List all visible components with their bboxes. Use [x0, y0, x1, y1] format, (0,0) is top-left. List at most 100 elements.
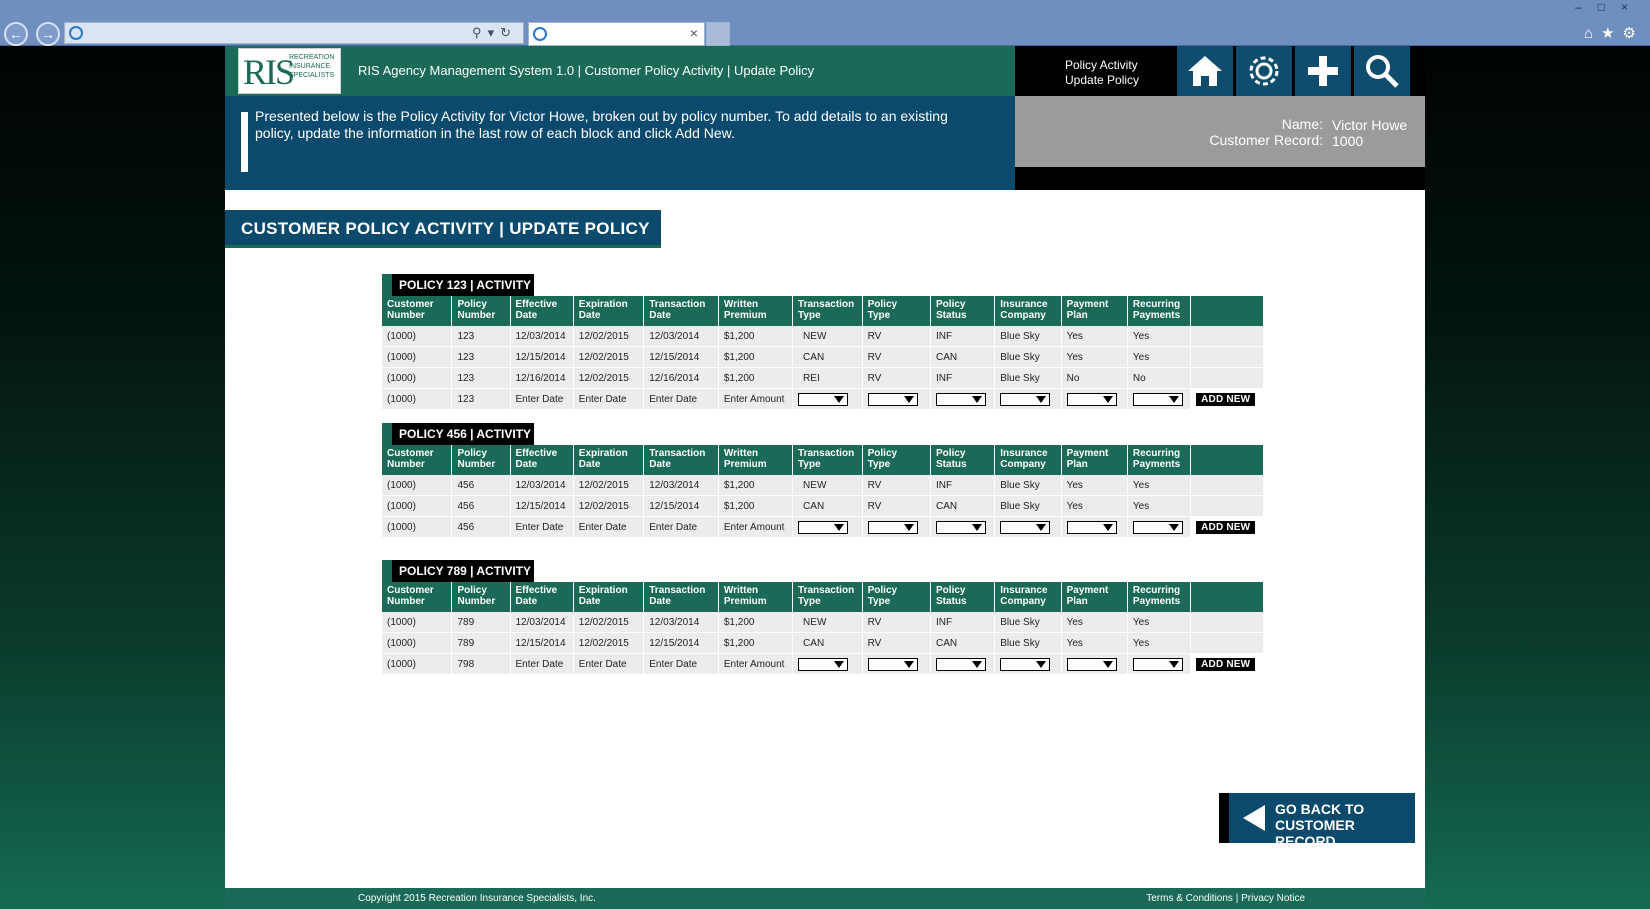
entry-input[interactable]: Enter Date — [573, 654, 645, 675]
terms-link[interactable]: Terms & Conditions — [1146, 893, 1233, 904]
recurring-payments-select[interactable] — [1132, 657, 1183, 671]
search-refresh-icon[interactable]: ⚲▾↻ — [472, 25, 517, 41]
policy-status-select[interactable] — [936, 520, 987, 534]
column-header-line1: Policy — [936, 448, 966, 459]
privacy-link[interactable]: Privacy Notice — [1241, 893, 1305, 904]
table-cell: 12/02/2015 — [573, 612, 645, 633]
table-cell: Blue Sky — [995, 612, 1062, 633]
new-tab-button[interactable] — [706, 22, 730, 46]
payment-plan-select[interactable] — [1066, 392, 1117, 406]
select-cell — [1061, 654, 1128, 675]
table-cell-blank — [1191, 368, 1264, 389]
search-icon[interactable] — [1354, 46, 1410, 96]
add-new-button[interactable]: ADD NEW — [1196, 657, 1256, 671]
address-bar[interactable]: ⚲▾↻ — [64, 22, 524, 44]
window-controls[interactable]: –□× — [1575, 0, 1644, 14]
button-cell: ADD NEW — [1191, 517, 1264, 538]
close-tab-icon[interactable]: × — [690, 25, 698, 41]
select-cell — [995, 654, 1062, 675]
column-header: Policy Status — [931, 582, 996, 612]
transaction-type-select[interactable] — [798, 657, 849, 671]
select-cell — [862, 654, 932, 675]
table-cell: 12/02/2015 — [573, 347, 645, 368]
table-cell: Yes — [1127, 326, 1192, 347]
table-cell: Yes — [1061, 475, 1128, 496]
entry-input[interactable]: Enter Date — [573, 517, 645, 538]
entry-input[interactable]: Enter Amount — [718, 654, 794, 675]
column-header: Recurring Payments — [1127, 445, 1192, 475]
column-header-line1: Policy — [867, 448, 898, 459]
column-header-line2: Payments — [1132, 459, 1181, 470]
table-cell: $1,200 — [718, 368, 794, 389]
table-row: (1000) 456 12/15/2014 12/02/2015 12/15/2014 $… — [382, 496, 1264, 517]
policy-type-select[interactable] — [867, 392, 918, 406]
entry-input[interactable]: Enter Amount — [718, 389, 794, 410]
select-cell — [1127, 654, 1192, 675]
column-header: Expiration Date — [573, 445, 645, 475]
column-header-line2: Date — [649, 596, 671, 607]
entry-input[interactable]: Enter Amount — [718, 517, 794, 538]
entry-row: (1000) 798 Enter Date Enter Date Enter Date E… — [382, 654, 1264, 675]
table-cell: CAN — [793, 633, 863, 654]
column-header: Recurring Payments — [1127, 582, 1192, 612]
entry-cell: (1000) — [382, 517, 453, 538]
table-cell: 123 — [452, 368, 511, 389]
recurring-payments-select[interactable] — [1132, 520, 1183, 534]
column-header: Policy Status — [931, 445, 996, 475]
column-header-line2: Status — [936, 596, 967, 607]
entry-input[interactable]: Enter Date — [510, 517, 574, 538]
entry-input[interactable]: Enter Date — [510, 389, 574, 410]
column-header-blank — [1191, 582, 1264, 612]
column-header-line2: Type — [798, 310, 821, 321]
column-header-line2: Type — [798, 596, 821, 607]
column-header-line2: Company — [1000, 596, 1046, 607]
ris-logo[interactable]: RIS RECREATION INSURANCE SPECIALISTS — [238, 48, 341, 94]
policy-status-select[interactable] — [936, 657, 987, 671]
policy-type-select[interactable] — [867, 520, 918, 534]
policy-type-select[interactable] — [867, 657, 918, 671]
payment-plan-select[interactable] — [1066, 657, 1117, 671]
forward-icon[interactable]: → — [36, 22, 60, 46]
column-header: Effective Date — [510, 296, 574, 326]
table-cell: RV — [862, 612, 932, 633]
table-cell-blank — [1191, 496, 1264, 517]
plus-icon[interactable] — [1295, 46, 1351, 96]
table-cell: Yes — [1127, 496, 1192, 517]
entry-input[interactable]: Enter Date — [644, 654, 719, 675]
table-cell: Blue Sky — [995, 496, 1062, 517]
policy-title-text: POLICY 456 | ACTIVITY — [399, 427, 532, 441]
browser-toolbar-icons[interactable]: ⌂★⚙ — [1584, 24, 1644, 42]
go-back-button[interactable]: GO BACK TO CUSTOMER RECORD — [1219, 793, 1415, 849]
entry-input[interactable]: Enter Date — [644, 517, 719, 538]
column-header-line1: Transaction — [798, 585, 855, 596]
copyright: Copyright 2015 Recreation Insurance Spec… — [358, 893, 596, 904]
entry-input[interactable]: Enter Date — [644, 389, 719, 410]
entry-input[interactable]: Enter Date — [510, 654, 574, 675]
table-cell: Blue Sky — [995, 326, 1062, 347]
transaction-type-select[interactable] — [798, 520, 849, 534]
column-header-line2: Plan — [1066, 596, 1088, 607]
insurance-company-select[interactable] — [1000, 520, 1051, 534]
insurance-company-select[interactable] — [1000, 392, 1051, 406]
browser-tab[interactable]: × — [528, 22, 705, 46]
insurance-company-select[interactable] — [1000, 657, 1051, 671]
table-cell: $1,200 — [718, 347, 794, 368]
payment-plan-select[interactable] — [1066, 520, 1117, 534]
transaction-type-select[interactable] — [798, 392, 849, 406]
table-cell: RV — [862, 633, 932, 654]
add-new-button[interactable]: ADD NEW — [1196, 520, 1256, 534]
table-cell: INF — [931, 326, 996, 347]
recurring-payments-select[interactable] — [1132, 392, 1183, 406]
column-header-line1: Payment — [1066, 585, 1109, 596]
policy-table: Customer Number Policy Number Effective Date E… — [382, 296, 1264, 410]
entry-input[interactable]: Enter Date — [573, 389, 645, 410]
table-cell: 12/03/2014 — [644, 326, 719, 347]
go-back-line1: GO BACK TO — [1275, 801, 1365, 817]
home-icon[interactable] — [1177, 46, 1233, 96]
table-cell: Blue Sky — [995, 633, 1062, 654]
gear-icon[interactable] — [1236, 46, 1292, 96]
banner-message: Presented below is the Policy Activity f… — [255, 108, 948, 141]
back-icon[interactable]: ← — [4, 22, 28, 46]
add-new-button[interactable]: ADD NEW — [1196, 392, 1256, 406]
policy-status-select[interactable] — [936, 392, 987, 406]
